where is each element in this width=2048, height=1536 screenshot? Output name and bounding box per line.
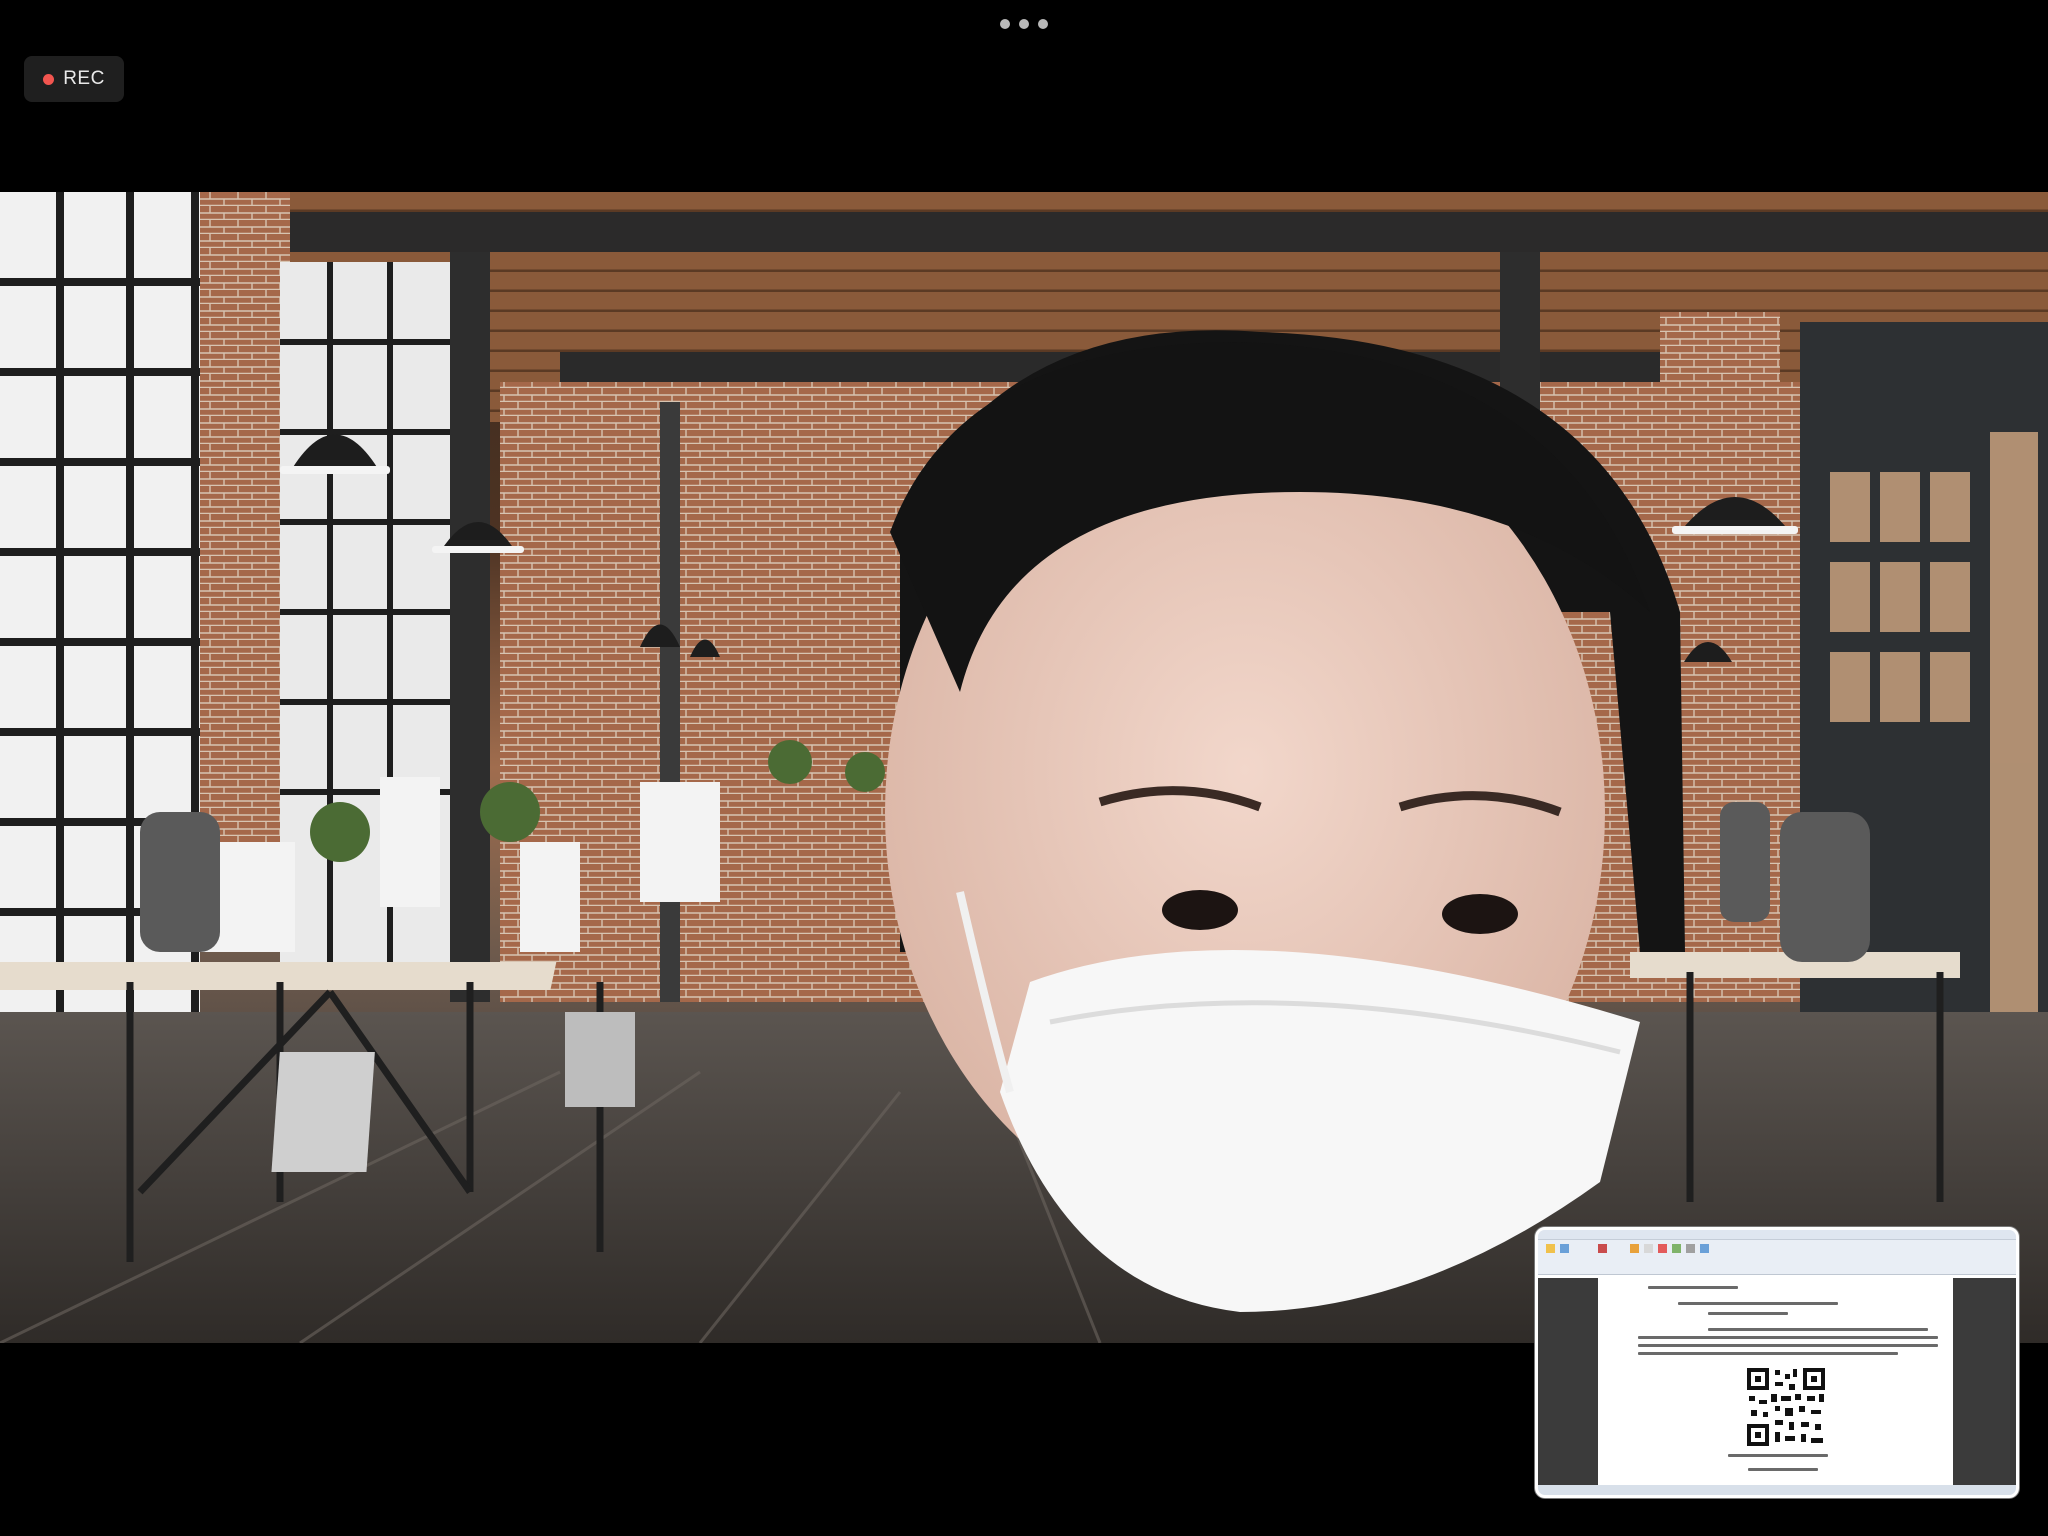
- qr-code: [1745, 1366, 1827, 1448]
- main-video: [0, 192, 2048, 1343]
- document-status-bar: [1538, 1485, 2016, 1495]
- self-view-thumbnail[interactable]: [1535, 1227, 2019, 1498]
- document-toolbar: [1538, 1230, 2016, 1275]
- recording-label: REC: [63, 68, 105, 89]
- more-options-button[interactable]: [1000, 16, 1048, 32]
- recording-dot-icon: [43, 73, 55, 85]
- document-view: [1538, 1278, 2016, 1485]
- recording-badge[interactable]: REC: [24, 56, 124, 102]
- document-page: [1598, 1278, 1953, 1485]
- more-options-icon: [1000, 19, 1010, 29]
